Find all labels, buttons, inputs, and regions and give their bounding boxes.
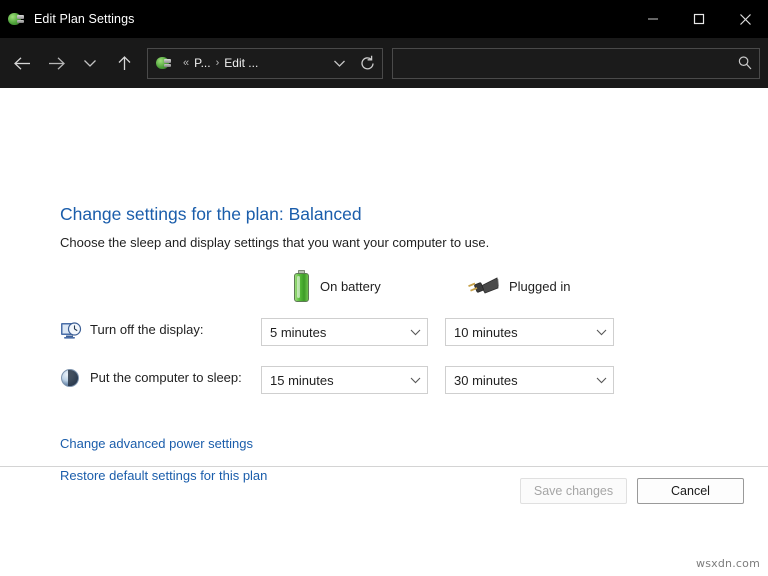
- setting-row-put-computer-to-sleep: Put the computer to sleep: 15 minutes 30…: [60, 366, 660, 394]
- dropdown-value: 10 minutes: [454, 324, 518, 340]
- breadcrumb: « P... › Edit ...: [178, 56, 326, 70]
- breadcrumb-item-1[interactable]: Edit ...: [224, 56, 258, 70]
- address-bar[interactable]: « P... › Edit ...: [147, 47, 383, 79]
- watermark: wsxdn.com: [696, 557, 760, 570]
- chevron-down-icon[interactable]: [589, 329, 613, 336]
- save-changes-button[interactable]: Save changes: [520, 478, 627, 504]
- link-change-advanced-power-settings[interactable]: Change advanced power settings: [60, 436, 253, 451]
- page-subtitle: Choose the sleep and display settings th…: [60, 235, 490, 250]
- dropdown-value: 5 minutes: [270, 324, 327, 340]
- search-input[interactable]: [393, 48, 731, 78]
- setting-label-put-computer-to-sleep: Put the computer to sleep:: [90, 370, 242, 385]
- column-header-plugged-in: Plugged in: [465, 271, 570, 301]
- breadcrumb-power-options-icon: [155, 55, 172, 72]
- search-box[interactable]: [392, 47, 760, 79]
- title-bar: Edit Plan Settings: [0, 0, 768, 38]
- dropdown-sleep-on-battery[interactable]: 15 minutes: [261, 366, 428, 394]
- battery-icon: [293, 270, 310, 302]
- breadcrumb-separator-icon: ›: [215, 57, 220, 69]
- navigation-bar: « P... › Edit ...: [0, 38, 768, 88]
- recent-locations-button[interactable]: [73, 46, 107, 80]
- dropdown-turn-off-display-plugged-in[interactable]: 10 minutes: [445, 318, 614, 346]
- breadcrumb-item-0[interactable]: P...: [194, 56, 210, 70]
- window-controls: [630, 0, 768, 38]
- chevron-down-icon[interactable]: [589, 377, 613, 384]
- footer-buttons: Save changes Cancel: [520, 478, 744, 504]
- dropdown-sleep-plugged-in[interactable]: 30 minutes: [445, 366, 614, 394]
- setting-label-turn-off-display: Turn off the display:: [90, 322, 204, 337]
- dropdown-value: 30 minutes: [454, 372, 518, 388]
- chevron-down-icon[interactable]: [326, 59, 352, 68]
- page-title: Change settings for the plan: Balanced: [60, 204, 362, 224]
- link-restore-default-settings[interactable]: Restore default settings for this plan: [60, 468, 267, 483]
- maximize-button[interactable]: [676, 0, 722, 38]
- column-header-on-battery: On battery: [293, 270, 381, 302]
- close-button[interactable]: [722, 0, 768, 38]
- column-header-plugged-in-label: Plugged in: [509, 278, 571, 294]
- up-button[interactable]: [107, 46, 141, 80]
- setting-row-turn-off-display: Turn off the display: 5 minutes 10 minut…: [60, 318, 660, 346]
- back-button[interactable]: [5, 46, 39, 80]
- footer-separator: [0, 466, 768, 467]
- dropdown-value: 15 minutes: [270, 372, 334, 388]
- window-title: Edit Plan Settings: [34, 12, 135, 26]
- breadcrumb-overflow[interactable]: «: [183, 57, 189, 69]
- content-area: Change settings for the plan: Balanced C…: [0, 88, 768, 576]
- dropdown-turn-off-display-on-battery[interactable]: 5 minutes: [261, 318, 428, 346]
- column-header-on-battery-label: On battery: [320, 278, 381, 294]
- power-options-icon: [7, 10, 25, 28]
- column-headers: On battery Plugged in: [60, 270, 660, 302]
- edit-plan-settings-window: Edit Plan Settings « P... › Edit ... Cha…: [0, 0, 768, 576]
- minimize-button[interactable]: [630, 0, 676, 38]
- chevron-down-icon[interactable]: [403, 329, 427, 336]
- cancel-button[interactable]: Cancel: [637, 478, 744, 504]
- forward-button[interactable]: [39, 46, 73, 80]
- refresh-button[interactable]: [352, 55, 382, 72]
- chevron-down-icon[interactable]: [403, 377, 427, 384]
- search-icon[interactable]: [731, 55, 759, 71]
- monitor-clock-icon: [60, 320, 82, 342]
- power-plug-icon: [465, 274, 499, 298]
- sleep-moon-icon: [60, 368, 82, 390]
